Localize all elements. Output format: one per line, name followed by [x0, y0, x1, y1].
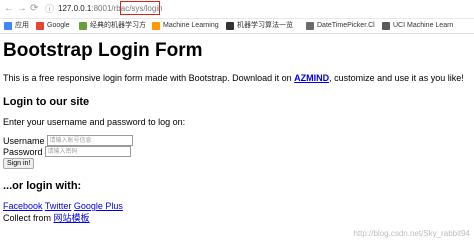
bookmark-label: UCI Machine Learn [393, 22, 454, 29]
collect-prefix: Collect from [3, 213, 54, 223]
bookmark-label: Google [47, 22, 70, 29]
reload-icon[interactable]: ⟳ [30, 0, 38, 18]
facebook-link[interactable]: Facebook [3, 201, 43, 211]
social-login-heading: ...or login with: [3, 180, 82, 192]
page-title: Bootstrap Login Form [3, 40, 203, 61]
url-host: 127.0.0.1 [58, 4, 92, 13]
intro-text: This is a free responsive login form mad… [3, 73, 464, 83]
bookmarks-bar: 应用 Google 经典的机器学习方 Machine Learning 机器学习… [0, 19, 474, 34]
url-highlight-box [120, 1, 160, 15]
intro-text-start: This is a free responsive login form mad… [3, 73, 295, 83]
blog-watermark: http://blog.csdn.net/Sky_rabbit94 [353, 229, 470, 238]
matlab-icon [152, 22, 160, 30]
file-icon [306, 22, 314, 30]
login-heading: Login to our site [3, 96, 90, 108]
login-prompt: Enter your username and password to log … [3, 117, 186, 127]
file-icon [382, 22, 390, 30]
intro-text-end: , customize and use it as you like! [329, 73, 464, 83]
bookmark-label: 经典的机器学习方 [90, 22, 146, 29]
template-site-link[interactable]: 网站模板 [54, 213, 90, 223]
browser-address-bar: ← → ⟳ ⓘ 127.0.0.1:8001/rbac/sys/login [0, 0, 474, 19]
password-label: Password [3, 146, 43, 157]
username-input[interactable] [46, 135, 133, 146]
username-row: Username [3, 135, 133, 146]
bookmark-apps[interactable]: 应用 [4, 19, 29, 33]
social-links: Facebook Twitter Google Plus [3, 201, 123, 211]
bookmark-label: Machine Learning [163, 22, 219, 29]
sign-in-button[interactable]: Sign in! [3, 158, 35, 169]
bookmark-machine-learning[interactable]: Machine Learning [152, 19, 219, 33]
password-input[interactable] [44, 146, 131, 157]
bookmark-google[interactable]: Google [36, 19, 70, 33]
collect-from: Collect from 网站模板 [3, 211, 90, 224]
page-icon [79, 22, 87, 30]
twitter-link[interactable]: Twitter [45, 201, 72, 211]
username-label: Username [3, 135, 45, 146]
bookmark-label: DateTimePicker.Cl [317, 22, 375, 29]
password-row: Password [3, 146, 131, 157]
back-icon[interactable]: ← [4, 0, 14, 18]
bookmark-label: 机器学习算法一览 [237, 22, 293, 29]
bookmark-ml-algorithms[interactable]: 机器学习算法一览 [226, 19, 293, 33]
bookmark-label: 应用 [15, 22, 29, 29]
azmind-link[interactable]: AZMIND [294, 73, 329, 83]
bookmark-uci[interactable]: UCI Machine Learn [382, 19, 453, 33]
page-icon [226, 22, 234, 30]
google-icon [36, 22, 44, 30]
url-port: :8001 [91, 4, 112, 13]
bookmark-datetimepicker[interactable]: DateTimePicker.Cl [306, 19, 375, 33]
forward-icon[interactable]: → [17, 0, 27, 18]
apps-grid-icon [4, 22, 12, 30]
bookmark-ml-classic[interactable]: 经典的机器学习方 [79, 19, 146, 33]
info-icon[interactable]: ⓘ [45, 0, 54, 18]
google-plus-link[interactable]: Google Plus [74, 201, 123, 211]
